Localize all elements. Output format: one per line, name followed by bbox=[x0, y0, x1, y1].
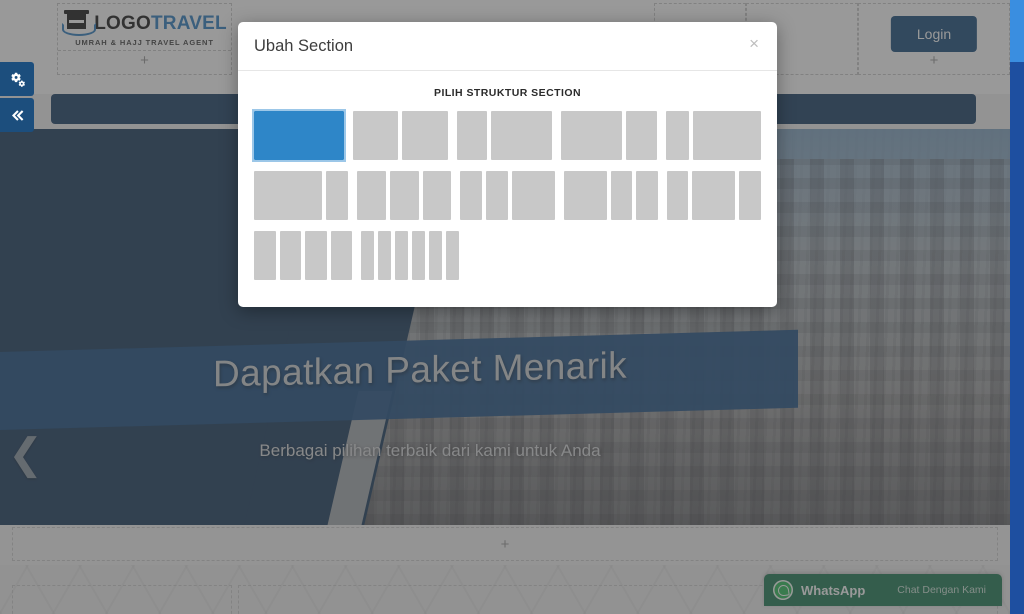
close-icon[interactable]: × bbox=[744, 31, 764, 56]
structure-column bbox=[402, 111, 448, 160]
structure-column bbox=[511, 171, 555, 220]
structure-option-12[interactable] bbox=[252, 109, 346, 162]
structure-column bbox=[279, 231, 301, 280]
structure-options-grid bbox=[252, 109, 762, 280]
structure-column bbox=[305, 231, 327, 280]
structure-column bbox=[485, 171, 508, 220]
structure-option-8-4[interactable] bbox=[561, 111, 657, 160]
structure-column bbox=[460, 171, 482, 220]
structure-picker-label: PILIH STRUKTUR SECTION bbox=[434, 87, 581, 99]
structure-option-3-3-6[interactable] bbox=[460, 171, 555, 220]
structure-option-6-6[interactable] bbox=[352, 111, 448, 160]
chevron-double-left-icon[interactable] bbox=[0, 98, 34, 132]
page-scrollbar[interactable] bbox=[1010, 0, 1024, 614]
structure-column bbox=[422, 171, 452, 220]
structure-column bbox=[389, 171, 419, 220]
app-root: LOGOTRAVEL UMRAH & HAJJ TRAVEL AGENT + L… bbox=[0, 0, 1024, 614]
structure-option-9-3[interactable] bbox=[254, 171, 349, 220]
structure-column bbox=[739, 171, 762, 220]
structure-option-3-3-3-3[interactable] bbox=[254, 231, 352, 280]
structure-column bbox=[610, 171, 633, 220]
structure-column bbox=[378, 231, 391, 280]
structure-column bbox=[429, 231, 442, 280]
modal-header: Ubah Section × bbox=[238, 22, 777, 71]
structure-row bbox=[254, 231, 761, 280]
structure-column bbox=[254, 231, 276, 280]
structure-option-2x6[interactable] bbox=[361, 231, 459, 280]
structure-column bbox=[665, 111, 689, 160]
structure-option-6-3-3[interactable] bbox=[563, 171, 658, 220]
structure-column bbox=[692, 111, 762, 160]
structure-option-3-9[interactable] bbox=[665, 111, 762, 160]
structure-row bbox=[252, 109, 762, 162]
structure-column bbox=[626, 111, 657, 160]
structure-column bbox=[666, 171, 689, 220]
structure-column bbox=[395, 231, 408, 280]
structure-column bbox=[325, 171, 349, 220]
structure-column bbox=[561, 111, 623, 160]
structure-column bbox=[254, 111, 344, 160]
structure-option-3-6-3[interactable] bbox=[666, 171, 762, 220]
structure-column bbox=[636, 171, 658, 220]
structure-column bbox=[456, 111, 488, 160]
structure-option-4-4-4[interactable] bbox=[357, 171, 452, 220]
structure-column bbox=[446, 231, 459, 280]
scrollbar-thumb[interactable] bbox=[1010, 0, 1024, 62]
modal-body: PILIH STRUKTUR SECTION bbox=[238, 71, 777, 296]
structure-option-4-8[interactable] bbox=[456, 111, 553, 160]
structure-column bbox=[254, 171, 322, 220]
ubah-section-modal: Ubah Section × PILIH STRUKTUR SECTION bbox=[238, 22, 777, 307]
structure-column bbox=[563, 171, 607, 220]
structure-column bbox=[692, 171, 736, 220]
modal-title: Ubah Section bbox=[254, 36, 354, 55]
structure-row bbox=[254, 171, 762, 220]
structure-column bbox=[330, 231, 352, 280]
structure-column bbox=[352, 111, 399, 160]
gear-icon[interactable] bbox=[0, 62, 34, 96]
structure-column bbox=[361, 231, 374, 280]
structure-column bbox=[357, 171, 386, 220]
structure-column bbox=[412, 231, 425, 280]
structure-column bbox=[491, 111, 553, 160]
